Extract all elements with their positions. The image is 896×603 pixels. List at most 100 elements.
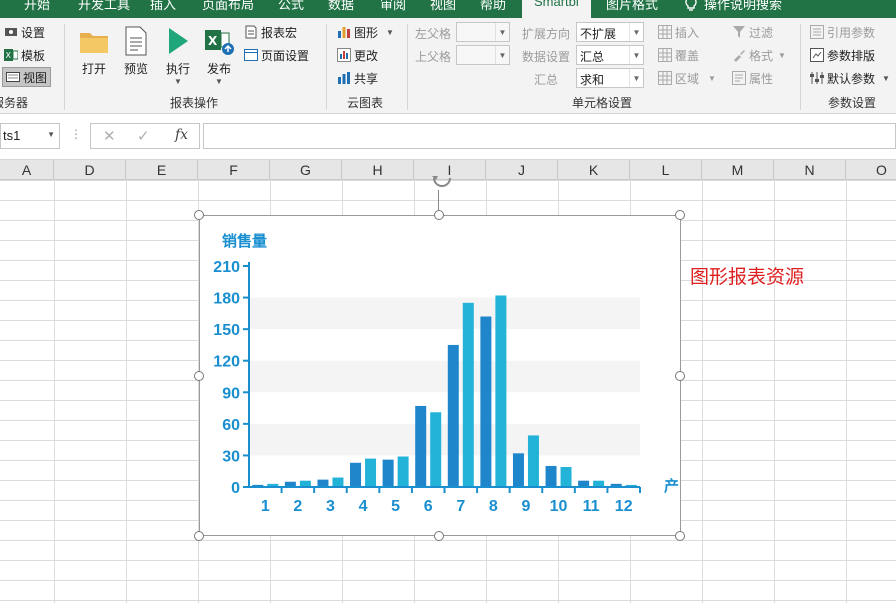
overlay-button[interactable]: 覆盖 bbox=[658, 45, 699, 65]
resize-handle-left[interactable] bbox=[194, 371, 204, 381]
column-header-h[interactable]: H bbox=[342, 160, 414, 180]
reference-param-button[interactable]: 引用参数 bbox=[810, 22, 875, 42]
tell-me-label: 操作说明搜索 bbox=[704, 0, 783, 12]
grid-line bbox=[774, 180, 775, 603]
top-parent-select[interactable]: ▼ bbox=[456, 45, 510, 65]
resize-handle-bottom-right[interactable] bbox=[675, 531, 685, 541]
param-layout-button[interactable]: 参数排版 bbox=[810, 45, 875, 65]
insert-function-icon[interactable]: fx bbox=[175, 127, 188, 143]
name-box[interactable]: ts1 ▼ bbox=[0, 123, 60, 149]
chevron-down-icon: ▼ bbox=[47, 130, 55, 139]
bar-series-1-3 bbox=[317, 479, 329, 487]
share-button[interactable]: 共享 bbox=[337, 68, 378, 88]
tab-developer[interactable]: 开发工具 bbox=[78, 0, 130, 13]
column-header-n[interactable]: N bbox=[774, 160, 846, 180]
format-button[interactable]: 格式 ▼ bbox=[732, 45, 786, 65]
tell-me-search[interactable]: 操作说明搜索 bbox=[684, 0, 782, 13]
execute-button[interactable]: 执行 ▼ bbox=[162, 24, 194, 86]
view-button[interactable]: 视图 bbox=[2, 67, 52, 87]
chart-button[interactable]: 图形 ▼ bbox=[337, 22, 394, 42]
publish-button[interactable]: X 发布 ▼ bbox=[203, 24, 235, 86]
y-tick-label: 0 bbox=[231, 480, 240, 497]
y-tick-label: 180 bbox=[213, 291, 240, 308]
left-parent-select[interactable]: ▼ bbox=[456, 22, 510, 42]
column-header-e[interactable]: E bbox=[126, 160, 198, 180]
bar-series-1-4 bbox=[350, 462, 362, 487]
tab-smartbi[interactable]: Smartbi bbox=[522, 0, 591, 18]
tab-review[interactable]: 审阅 bbox=[380, 0, 406, 13]
tab-page-layout[interactable]: 页面布局 bbox=[202, 0, 254, 13]
tab-picture-format[interactable]: 图片格式 bbox=[606, 0, 658, 13]
formula-buttons: ✕ ✓ fx bbox=[90, 123, 200, 149]
expand-direction-select[interactable]: 不扩展 ▼ bbox=[576, 22, 644, 42]
tab-home[interactable]: 开始 bbox=[24, 0, 50, 13]
insert-button[interactable]: 插入 bbox=[658, 22, 699, 42]
drag-handle-icon[interactable]: ⋮ bbox=[70, 127, 82, 141]
y-tick-label: 210 bbox=[213, 259, 240, 276]
bar-series-2-9 bbox=[527, 435, 539, 487]
insert-label: 插入 bbox=[675, 25, 700, 40]
expand-direction-label: 扩展方向 bbox=[522, 27, 571, 41]
default-param-button[interactable]: 默认参数 ▼ bbox=[810, 68, 890, 88]
open-button[interactable]: 打开 bbox=[78, 24, 110, 77]
grid-line bbox=[54, 180, 55, 603]
x-tick-label: 11 bbox=[583, 498, 600, 515]
resize-handle-right[interactable] bbox=[675, 371, 685, 381]
change-chart-button[interactable]: 更改 bbox=[337, 45, 378, 65]
format-dropdown-icon: ▼ bbox=[778, 50, 786, 60]
resize-handle-top-left[interactable] bbox=[194, 210, 204, 220]
column-header-k[interactable]: K bbox=[558, 160, 630, 180]
tab-insert[interactable]: 插入 bbox=[150, 0, 176, 13]
server-group-label: 服务器 bbox=[0, 96, 29, 110]
property-button[interactable]: 属性 bbox=[732, 68, 773, 88]
confirm-icon[interactable]: ✓ bbox=[137, 127, 150, 145]
group-separator bbox=[800, 24, 801, 110]
template-button[interactable]: X 模板 bbox=[4, 45, 45, 65]
tab-data[interactable]: 数据 bbox=[328, 0, 354, 13]
column-header-l[interactable]: L bbox=[630, 160, 702, 180]
data-setting-select[interactable]: 汇总 ▼ bbox=[576, 45, 644, 65]
grid-band bbox=[249, 297, 640, 330]
column-header-o[interactable]: O bbox=[846, 160, 896, 180]
settings-icon bbox=[5, 28, 17, 36]
page-setup-label: 页面设置 bbox=[261, 48, 310, 63]
bar-series-2-7 bbox=[462, 302, 474, 487]
column-header-j[interactable]: J bbox=[486, 160, 558, 180]
cloud-chart-group-label: 云图表 bbox=[347, 96, 384, 110]
bar-series-1-10 bbox=[545, 465, 557, 487]
tab-help[interactable]: 帮助 bbox=[480, 0, 506, 13]
cell-settings-group-label: 单元格设置 bbox=[572, 96, 633, 110]
reference-param-icon bbox=[810, 25, 824, 39]
formula-input[interactable] bbox=[203, 123, 896, 149]
summary-select[interactable]: 求和 ▼ bbox=[576, 68, 644, 88]
server-settings-label: 设置 bbox=[21, 25, 46, 40]
resize-handle-bottom-left[interactable] bbox=[194, 531, 204, 541]
column-header-m[interactable]: M bbox=[702, 160, 774, 180]
bar-series-1-9 bbox=[512, 453, 524, 487]
chart-object[interactable]: 0 30 60 90 120 150 180 210 销售量 1 2 3 4 5 6 7 8 9 10 11 12 产 bbox=[199, 215, 681, 536]
filter-button[interactable]: 过滤 bbox=[732, 22, 773, 42]
preview-button[interactable]: 预览 bbox=[120, 24, 152, 77]
column-header-a[interactable]: A bbox=[0, 160, 54, 180]
report-macro-label: 报表宏 bbox=[261, 25, 298, 40]
tab-formulas[interactable]: 公式 bbox=[278, 0, 304, 13]
cancel-icon[interactable]: ✕ bbox=[103, 127, 116, 145]
x-tick-label: 1 bbox=[261, 498, 270, 515]
x-tick-label: 3 bbox=[326, 498, 335, 515]
summary-value: 求和 bbox=[580, 73, 605, 87]
x-tick-label: 9 bbox=[522, 498, 531, 515]
server-settings-button[interactable]: 设置 bbox=[4, 22, 45, 42]
column-header-d[interactable]: D bbox=[54, 160, 126, 180]
resize-handle-top[interactable] bbox=[434, 210, 444, 220]
resize-handle-top-right[interactable] bbox=[675, 210, 685, 220]
column-header-g[interactable]: G bbox=[270, 160, 342, 180]
y-tick-label: 120 bbox=[213, 354, 240, 371]
report-macro-button[interactable]: 报表宏 bbox=[244, 22, 297, 42]
tab-view[interactable]: 视图 bbox=[430, 0, 456, 13]
grid-band bbox=[249, 360, 640, 393]
column-header-f[interactable]: F bbox=[198, 160, 270, 180]
resize-handle-bottom[interactable] bbox=[434, 531, 444, 541]
rotate-handle-icon[interactable] bbox=[430, 176, 454, 190]
region-button[interactable]: 区域 ▼ bbox=[658, 68, 716, 88]
page-setup-button[interactable]: 页面设置 bbox=[244, 45, 309, 65]
